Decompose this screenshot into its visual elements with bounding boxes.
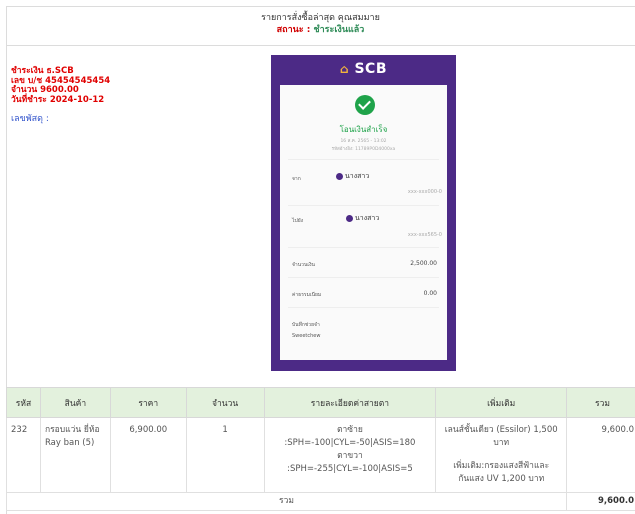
slip-from-name: นางสาว — [336, 171, 369, 182]
payment-slip-image: ⌂ SCB โอนเงินสำเร็จ 16 ส.ค. 2565 - 13:02… — [271, 55, 456, 371]
slip-datetime: 16 ส.ค. 2565 - 13:02 — [280, 137, 447, 144]
slip-to-account: xxx-xxx565-0 — [408, 232, 442, 238]
order-title: รายการสั่งซื้อล่าสุด คุณสมมาย — [6, 12, 635, 24]
divider — [6, 45, 635, 46]
check-icon — [355, 95, 375, 115]
table-sum-row: รวม 9,600.0 — [7, 493, 635, 511]
slip-from-account: xxx-xxx000-0 — [408, 189, 442, 195]
cell-price: 6,900.00 — [110, 418, 186, 493]
payment-date: วันที่ชำระ 2024-10-12 — [11, 96, 110, 106]
extra-lens: เลนส์ชั้นเดียว (Essilor) 1,500 บาท — [440, 424, 562, 450]
slip-divider — [288, 307, 439, 308]
cell-extra: เลนส์ชั้นเดียว (Essilor) 1,500 บาท เพิ่ม… — [436, 418, 567, 493]
order-status: สถานะ : ชำระเงินแล้ว — [6, 24, 635, 36]
left-eye-values: :SPH=-100|CYL=-50|ASIS=180 — [269, 437, 432, 450]
sum-value: 9,600.0 — [567, 493, 635, 511]
right-eye-values: :SPH=-255|CYL=-100|ASIS=5 — [269, 463, 432, 476]
slip-memo: Sweetchew — [292, 333, 320, 339]
slip-divider — [288, 247, 439, 248]
order-header: รายการสั่งซื้อล่าสุด คุณสมมาย สถานะ : ชำ… — [6, 12, 635, 36]
cell-qty: 1 — [186, 418, 264, 493]
slip-card: โอนเงินสำเร็จ 16 ส.ค. 2565 - 13:02 รหัสอ… — [280, 85, 447, 360]
cell-prescription: ตาซ้าย :SPH=-100|CYL=-50|ASIS=180 ตาขวา … — [264, 418, 436, 493]
slip-amount: 2,500.00 — [410, 260, 437, 267]
cell-product: กรอบแว่น ยี่ห้อ Ray ban (5) — [40, 418, 110, 493]
cell-code: 232 — [7, 418, 41, 493]
col-header-total: รวม — [567, 388, 635, 418]
slip-fee: 0.00 — [424, 290, 437, 297]
slip-to-label: ไปยัง — [292, 217, 303, 225]
bag-icon: ⌂ — [340, 62, 349, 76]
slip-ref: รหัสอ้างอิง: 11789P0D4000xa — [280, 145, 447, 152]
order-items-table: รหัส สินค้า ราคา จำนวน รายละเอียดค่าสายต… — [6, 387, 635, 511]
col-header-product: สินค้า — [40, 388, 110, 418]
bank-icon — [336, 173, 343, 180]
tracking-number-label: เลขพัสดุ : — [11, 111, 49, 125]
table-row: 232 กรอบแว่น ยี่ห้อ Ray ban (5) 6,900.00… — [7, 418, 635, 493]
right-eye-label: ตาขวา — [269, 450, 432, 463]
table-header-row: รหัส สินค้า ราคา จำนวน รายละเอียดค่าสายต… — [7, 388, 635, 418]
bank-icon — [346, 215, 353, 222]
slip-divider — [288, 277, 439, 278]
slip-amount-label: จำนวนเงิน — [292, 261, 315, 269]
from-name-text: นางสาว — [345, 172, 369, 180]
slip-fee-label: ค่าธรรมเนียม — [292, 291, 321, 299]
status-label: สถานะ : — [277, 25, 311, 35]
extra-options: เพิ่มเติม:กรองแสงสีฟ้าและกันแสง UV 1,200… — [440, 460, 562, 486]
slip-divider — [288, 159, 439, 160]
sum-label: รวม — [7, 493, 567, 511]
slip-success: โอนเงินสำเร็จ — [280, 123, 447, 136]
slip-memo-label: บันทึกช่วยจำ — [292, 321, 320, 329]
cell-total: 9,600.0 — [567, 418, 635, 493]
col-header-extra: เพิ่มเติม — [436, 388, 567, 418]
to-name-text: นางสาว — [355, 214, 379, 222]
slip-zigzag-edge — [280, 353, 447, 363]
col-header-code: รหัส — [7, 388, 41, 418]
col-header-qty: จำนวน — [186, 388, 264, 418]
left-eye-label: ตาซ้าย — [269, 424, 432, 437]
col-header-prescription: รายละเอียดค่าสายตา — [264, 388, 436, 418]
logo-text: SCB — [354, 61, 387, 77]
slip-from-label: จาก — [292, 175, 301, 183]
col-header-price: ราคา — [110, 388, 186, 418]
slip-to-name: นางสาว — [346, 213, 379, 224]
scb-logo: ⌂ SCB — [271, 61, 456, 77]
payment-info: ชำระเงิน ธ.SCB เลข บ/ช 45454545454 จำนวน… — [11, 67, 110, 105]
status-value: ชำระเงินแล้ว — [314, 25, 365, 35]
slip-divider — [288, 205, 439, 206]
